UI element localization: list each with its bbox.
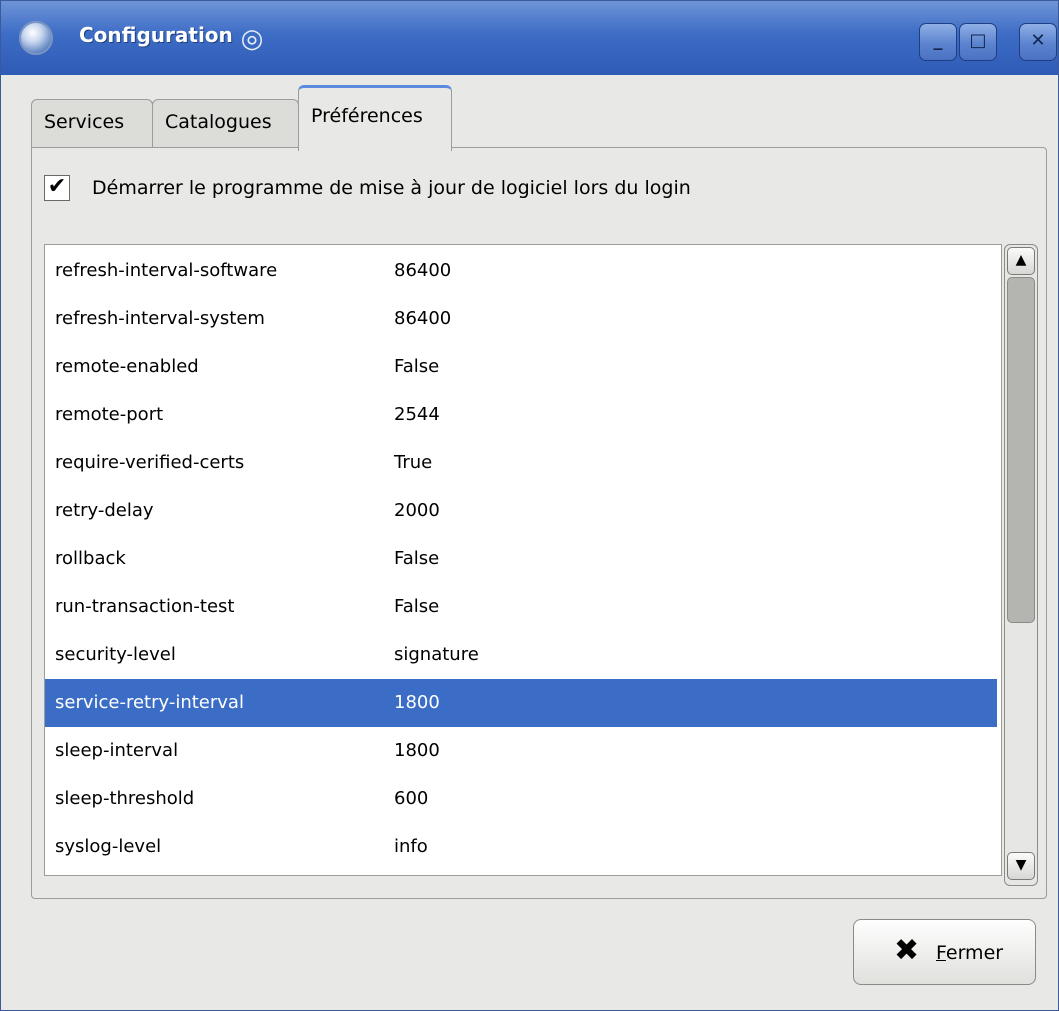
setting-value: 86400	[394, 308, 452, 329]
settings-row[interactable]: run-transaction-test False	[45, 583, 997, 631]
settings-list[interactable]: refresh-interval-software 86400 refresh-in…	[44, 244, 1002, 876]
setting-value: True	[394, 452, 433, 473]
setting-value: 1800	[394, 740, 440, 761]
setting-key: require-verified-certs	[55, 452, 245, 473]
settings-row[interactable]: remote-port 2544	[45, 391, 997, 439]
close-button-label: Fermer	[936, 942, 1004, 964]
title-decoration-icon: ◎	[240, 24, 264, 54]
setting-key: remote-enabled	[55, 356, 199, 377]
minimize-button[interactable]: _	[919, 23, 957, 61]
tab-services[interactable]: Services	[31, 99, 153, 147]
settings-row[interactable]: service-retry-interval 1800	[45, 679, 997, 727]
setting-value: False	[394, 548, 440, 569]
setting-key: sleep-threshold	[55, 788, 195, 809]
setting-key: security-level	[55, 644, 176, 665]
setting-value: 600	[394, 788, 429, 809]
scroll-up-button[interactable]: ▲	[1007, 247, 1035, 275]
settings-row[interactable]: retry-delay 2000	[45, 487, 997, 535]
setting-key: syslog-level	[55, 836, 162, 857]
close-icon: ✕	[1030, 30, 1046, 51]
settings-row[interactable]: refresh-interval-system 86400	[45, 295, 997, 343]
close-button[interactable]: ✖ Fermer	[853, 919, 1036, 985]
setting-key: sleep-interval	[55, 740, 179, 761]
minimize-icon: _	[933, 30, 943, 51]
arrow-down-icon: ▼	[1015, 857, 1027, 873]
setting-key: rollback	[55, 548, 126, 569]
settings-row[interactable]: remote-enabled False	[45, 343, 997, 391]
close-window-button[interactable]: ✕	[1019, 23, 1057, 61]
checkmark-icon: ✔	[47, 174, 67, 199]
setting-key: service-retry-interval	[55, 692, 244, 713]
vertical-scrollbar[interactable]: ▲ ▼	[1004, 244, 1038, 886]
settings-row[interactable]: sleep-interval 1800	[45, 727, 997, 775]
settings-row[interactable]: rollback False	[45, 535, 997, 583]
tab-catalogues[interactable]: Catalogues	[152, 99, 299, 147]
scroll-down-button[interactable]: ▼	[1007, 852, 1035, 880]
settings-row[interactable]: syslog-level info	[45, 823, 997, 871]
close-x-icon: ✖	[894, 933, 920, 968]
setting-key: remote-port	[55, 404, 164, 425]
setting-value: 2544	[394, 404, 440, 425]
start-on-login-checkbox[interactable]: ✔	[44, 175, 70, 201]
setting-key: refresh-interval-system	[55, 308, 265, 329]
preferences-panel: ✔ Démarrer le programme de mise à jour d…	[31, 147, 1047, 899]
settings-row[interactable]: refresh-interval-software 86400	[45, 247, 997, 295]
maximize-button[interactable]: □	[959, 23, 997, 61]
app-icon[interactable]	[19, 21, 53, 55]
setting-value: 1800	[394, 692, 440, 713]
setting-value: False	[394, 356, 440, 377]
window-title: Configuration	[79, 23, 233, 47]
settings-row[interactable]: sleep-threshold 600	[45, 775, 997, 823]
setting-key: refresh-interval-software	[55, 260, 278, 281]
settings-row[interactable]: security-level signature	[45, 631, 997, 679]
arrow-up-icon: ▲	[1015, 252, 1027, 268]
settings-row[interactable]: require-verified-certs True	[45, 439, 997, 487]
setting-value: info	[394, 836, 428, 857]
setting-value: False	[394, 596, 440, 617]
setting-value: signature	[394, 644, 479, 665]
scroll-thumb[interactable]	[1007, 277, 1035, 623]
setting-key: retry-delay	[55, 500, 154, 521]
start-on-login-label[interactable]: Démarrer le programme de mise à jour de …	[92, 175, 691, 201]
maximize-icon: □	[969, 30, 987, 51]
tab-preferences[interactable]: Préférences	[298, 85, 452, 151]
title-bar[interactable]: Configuration ◎ _ □ ✕	[1, 1, 1058, 75]
setting-value: 2000	[394, 500, 440, 521]
setting-key: run-transaction-test	[55, 596, 235, 617]
configuration-window: Configuration ◎ _ □ ✕ Services Catalogue…	[0, 0, 1059, 1011]
setting-value: 86400	[394, 260, 452, 281]
